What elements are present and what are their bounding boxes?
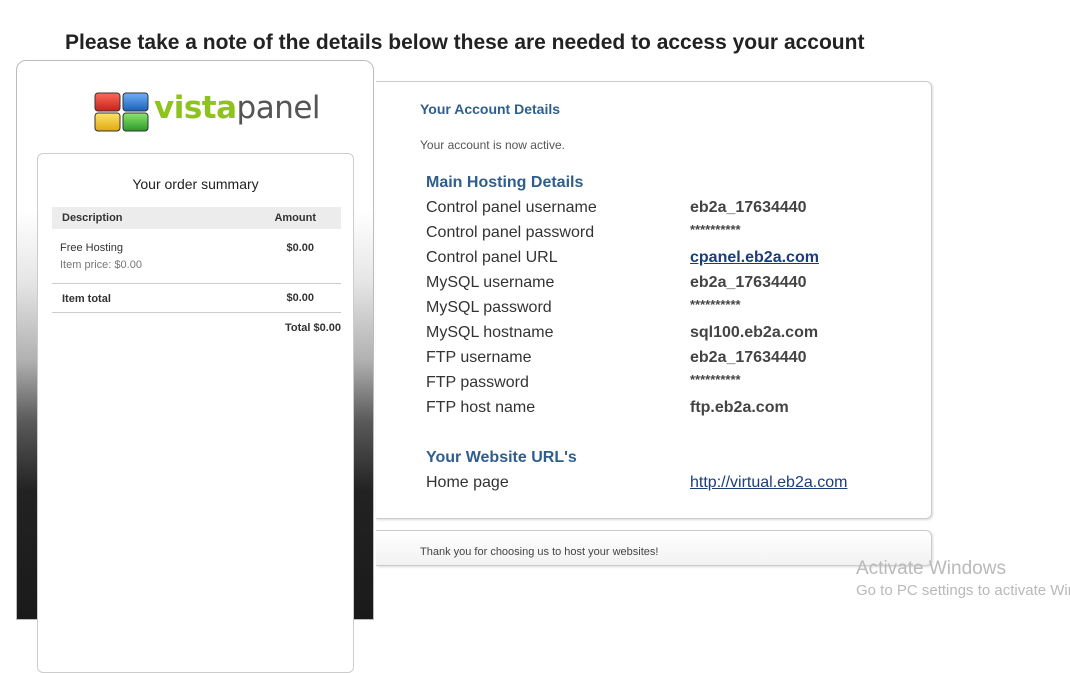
detail-value-masked: **********: [690, 222, 741, 237]
detail-label: MySQL hostname: [426, 324, 554, 341]
watermark-line1: Activate Windows: [856, 558, 1006, 579]
order-item-amount: $0.00: [286, 242, 314, 254]
home-page-link[interactable]: http://virtual.eb2a.com: [690, 474, 847, 492]
detail-label: MySQL username: [426, 274, 555, 291]
account-details-panel: Your Account Details Your account is now…: [376, 81, 932, 519]
detail-row-mysql-password: MySQL password **********: [426, 297, 906, 324]
detail-row-home-page: Home page http://virtual.eb2a.com: [426, 474, 906, 499]
detail-label: Control panel URL: [426, 249, 558, 266]
detail-label: Control panel password: [426, 224, 595, 241]
account-status: Your account is now active.: [420, 138, 565, 152]
detail-row-ftp-host: FTP host name ftp.eb2a.com: [426, 399, 906, 424]
order-table-header: Description Amount: [52, 207, 341, 229]
watermark-line2: Go to PC settings to activate Wir: [856, 582, 1070, 599]
item-total-label: Item total: [62, 293, 111, 305]
detail-row-cp-url: Control panel URL cpanel.eb2a.com: [426, 249, 906, 274]
page-heading: Please take a note of the details below …: [65, 31, 865, 54]
detail-label: Control panel username: [426, 199, 597, 216]
detail-row-ftp-password: FTP password **********: [426, 372, 906, 399]
vistapanel-logo: vistapanel: [94, 90, 321, 132]
detail-value-masked: **********: [690, 297, 741, 312]
item-total-row: Item total $0.00: [52, 284, 341, 313]
detail-row-ftp-username: FTP username eb2a_17634440: [426, 349, 906, 374]
order-summary-table: Description Amount Free Hosting Item pri…: [52, 207, 341, 337]
logo-text-panel: panel: [236, 90, 321, 126]
detail-row-cp-username: Control panel username eb2a_17634440: [426, 199, 906, 224]
detail-label: FTP password: [426, 374, 529, 391]
detail-value: sql100.eb2a.com: [690, 324, 819, 341]
detail-row-mysql-username: MySQL username eb2a_17634440: [426, 274, 906, 299]
header-description: Description: [62, 212, 123, 224]
grand-total: Total $0.00: [284, 322, 341, 334]
detail-row-cp-password: Control panel password **********: [426, 222, 906, 249]
detail-value: eb2a_17634440: [690, 274, 807, 291]
order-item-name: Free Hosting: [60, 242, 123, 254]
order-summary-box: Your order summary Description Amount Fr…: [37, 153, 354, 673]
account-details-title: Your Account Details: [420, 101, 561, 117]
logo-text-vista: vista: [154, 90, 237, 126]
order-summary-title: Your order summary: [132, 176, 259, 192]
order-item-price: Item price: $0.00: [60, 259, 142, 271]
detail-value: ftp.eb2a.com: [690, 399, 789, 416]
website-url-title: Your Website URL's: [426, 449, 577, 466]
header-amount: Amount: [274, 212, 316, 224]
control-panel-url-link[interactable]: cpanel.eb2a.com: [690, 249, 819, 267]
order-item-row: Free Hosting Item price: $0.00 $0.00: [52, 229, 341, 284]
footer-text: Thank you for choosing us to host your w…: [420, 546, 659, 558]
detail-value-masked: **********: [690, 372, 741, 387]
item-total-amount: $0.00: [286, 292, 314, 304]
order-side-panel: vistapanel Your order summary Descriptio…: [16, 60, 374, 673]
detail-value: eb2a_17634440: [690, 199, 807, 216]
logo-text: vistapanel: [154, 90, 321, 126]
detail-label: FTP username: [426, 349, 532, 366]
grand-total-row: Total $0.00: [52, 313, 341, 337]
footer-panel: Thank you for choosing us to host your w…: [376, 530, 932, 566]
detail-value: eb2a_17634440: [690, 349, 807, 366]
main-hosting-title: Main Hosting Details: [426, 174, 584, 191]
vistapanel-logo-icon: [94, 92, 149, 132]
detail-label: MySQL password: [426, 299, 552, 316]
activate-windows-watermark: Activate Windows Go to PC settings to ac…: [856, 558, 1070, 599]
detail-row-mysql-hostname: MySQL hostname sql100.eb2a.com: [426, 324, 906, 349]
detail-label: Home page: [426, 474, 509, 491]
detail-label: FTP host name: [426, 399, 536, 416]
